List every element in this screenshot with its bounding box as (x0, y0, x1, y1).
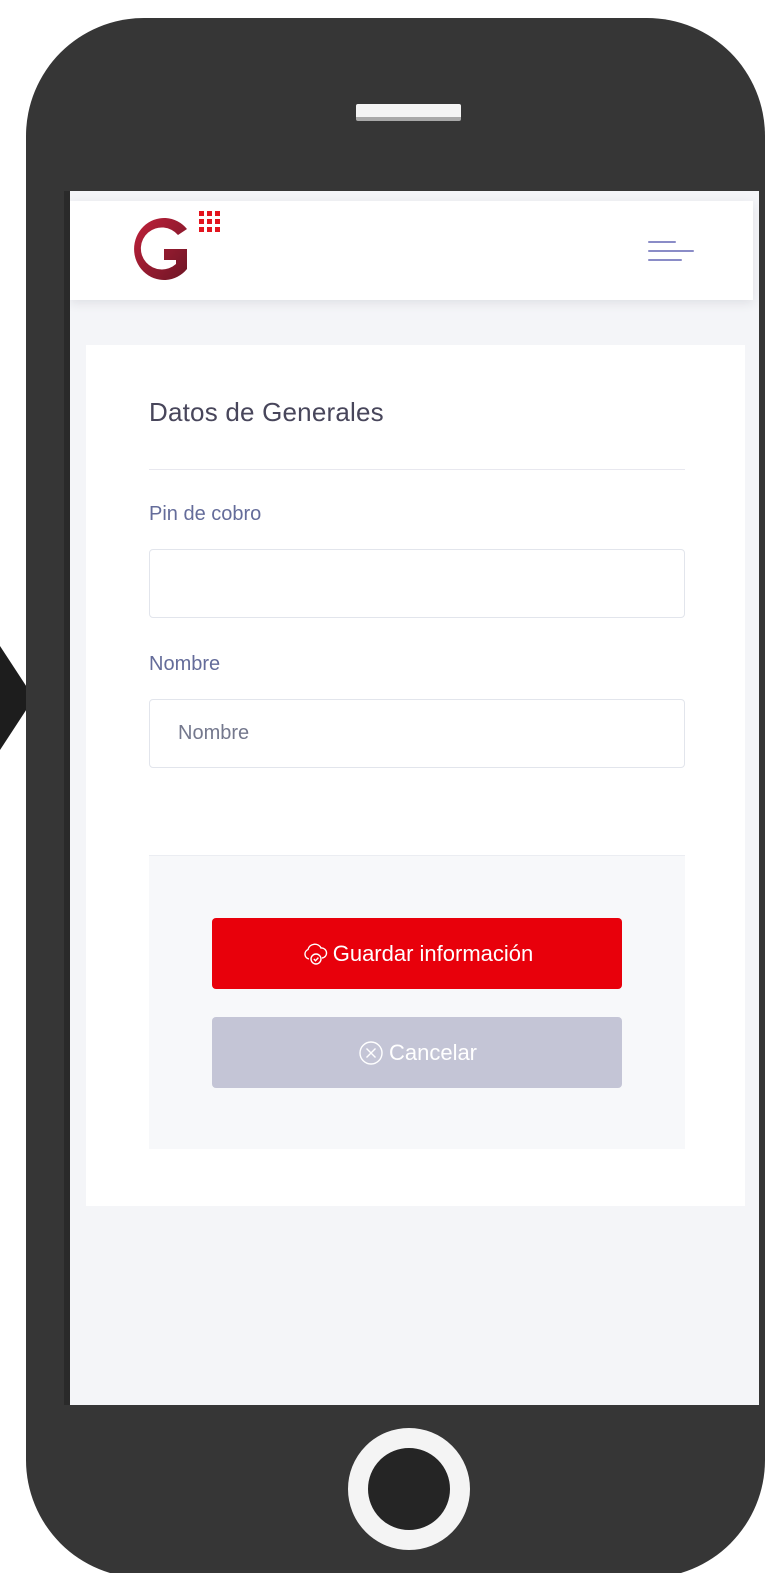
nombre-label: Nombre (149, 653, 221, 675)
form-actions: Guardar información Cancelar (149, 855, 685, 1149)
form-title: Datos de Generales (149, 397, 384, 427)
cancel-label: Cancelar (388, 1039, 478, 1065)
cloud-check-icon (304, 943, 327, 965)
app-header (70, 201, 753, 300)
pin-input[interactable] (149, 549, 685, 618)
hamburger-menu-icon[interactable] (640, 231, 700, 271)
title-divider (149, 469, 685, 470)
circle-x-icon (359, 1040, 383, 1065)
save-button[interactable]: Guardar información (212, 918, 622, 989)
menu-line (648, 250, 694, 252)
form-card: Datos de Generales Pin de cobro Nombre G… (86, 345, 745, 1206)
phone-speaker (356, 104, 461, 121)
home-button[interactable] (348, 1428, 470, 1550)
phone-screen: Datos de Generales Pin de cobro Nombre G… (64, 191, 759, 1405)
save-label: Guardar información (332, 940, 534, 966)
nombre-input[interactable] (149, 699, 685, 768)
phone-frame: Datos de Generales Pin de cobro Nombre G… (26, 18, 765, 1573)
cancel-button[interactable]: Cancelar (212, 1017, 622, 1088)
menu-line (648, 241, 676, 243)
brand-logo (134, 211, 220, 280)
pin-label: Pin de cobro (149, 503, 262, 525)
menu-line (648, 259, 682, 261)
stage: Datos de Generales Pin de cobro Nombre G… (0, 0, 765, 1573)
